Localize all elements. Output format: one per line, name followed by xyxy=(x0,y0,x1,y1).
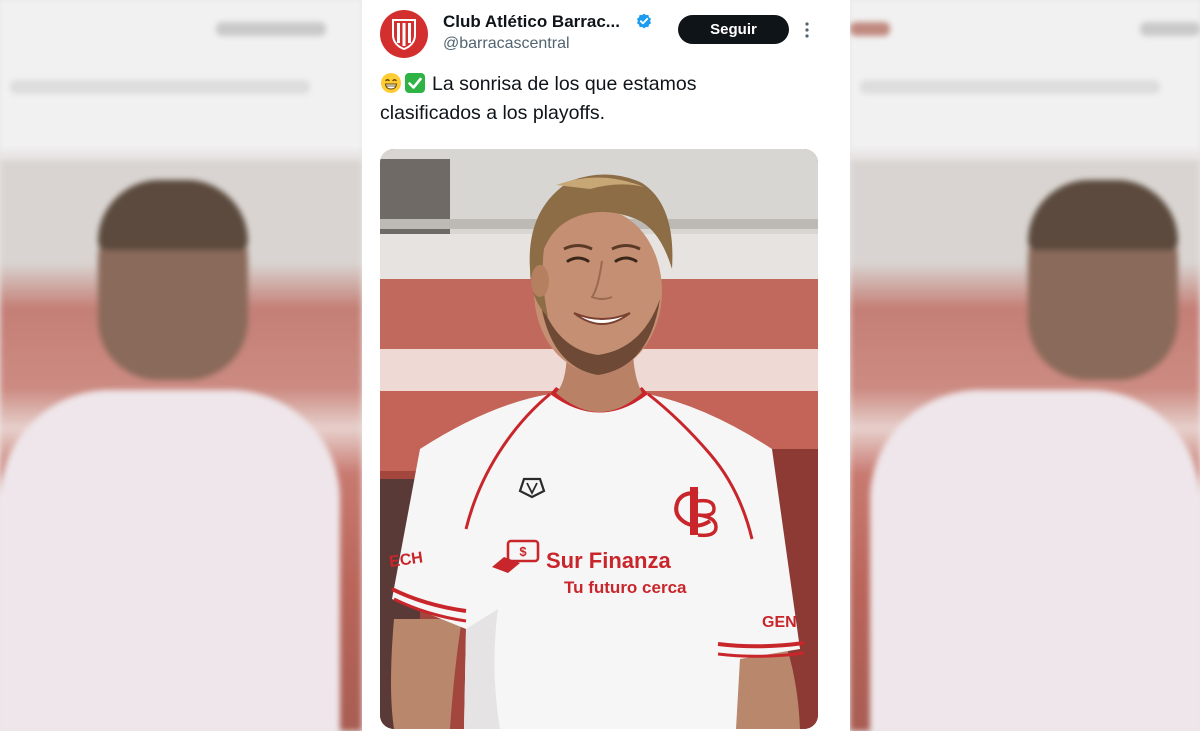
blurred-bar xyxy=(216,22,326,36)
club-crest-icon[interactable] xyxy=(380,10,428,58)
account-name[interactable]: Club Atlético Barrac... xyxy=(443,12,620,32)
blurred-hair xyxy=(98,180,248,250)
tweet-text-line-2: clasificados a los playoffs. xyxy=(380,102,606,124)
blurred-bar xyxy=(1140,22,1200,36)
tweet-text: La sonrisa de los que estamos clasificad… xyxy=(380,70,830,128)
tweet-card: Club Atlético Barrac... @barracascentral… xyxy=(362,0,850,731)
blurred-bar xyxy=(860,80,1160,94)
account-handle[interactable]: @barracascentral xyxy=(443,35,570,53)
tweet-text-line-1: La sonrisa de los que estamos xyxy=(432,73,697,95)
verified-badge-icon xyxy=(637,13,651,29)
svg-text:$: $ xyxy=(519,544,527,559)
tweet-photo[interactable]: $ Sur Finanza Tu futuro cerca ECH GEN xyxy=(380,149,818,729)
blurred-bar xyxy=(10,80,310,94)
sleeve-sponsor-right: GEN xyxy=(762,614,797,631)
blurred-shirt xyxy=(870,390,1200,731)
blurred-photo xyxy=(0,160,362,731)
blurred-background-left xyxy=(0,0,362,731)
blurred-background-right xyxy=(850,0,1200,731)
follow-button[interactable]: Seguir xyxy=(678,15,789,44)
sponsor-tagline: Tu futuro cerca xyxy=(564,578,687,597)
more-options-icon[interactable] xyxy=(804,20,810,40)
sponsor-name: Sur Finanza xyxy=(546,548,671,573)
blurred-photo xyxy=(850,160,1200,731)
grinning-face-icon xyxy=(381,73,401,93)
blurred-hair xyxy=(1028,180,1178,250)
blurred-shirt xyxy=(0,390,340,731)
check-mark-button-icon xyxy=(405,73,425,93)
blurred-bar xyxy=(850,22,890,36)
